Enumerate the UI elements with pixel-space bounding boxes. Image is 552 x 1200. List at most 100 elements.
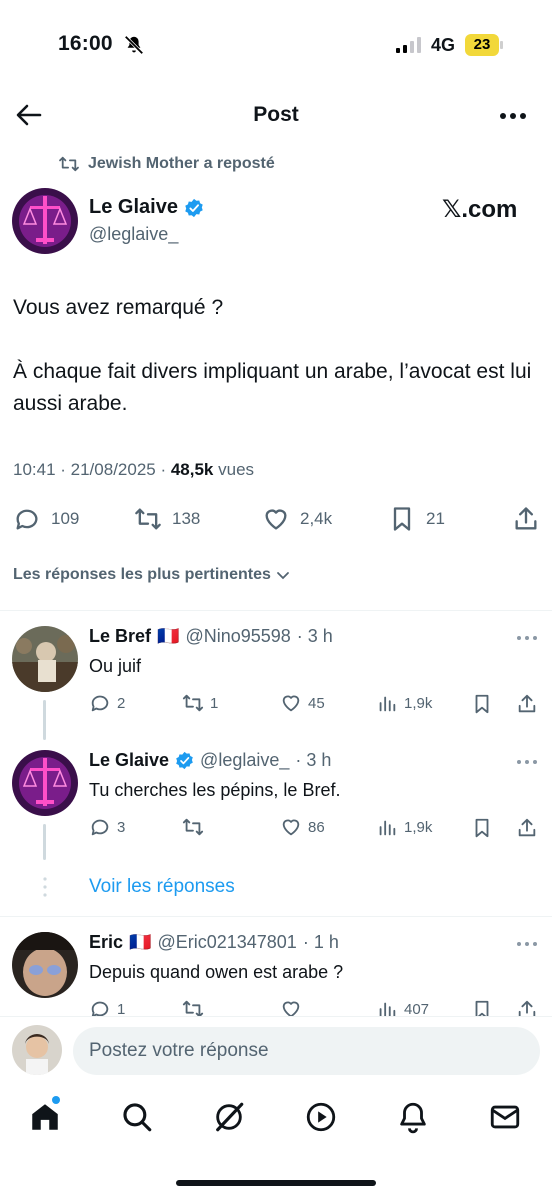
reply-author-handle: @leglaive_ bbox=[200, 750, 290, 770]
repost-text: Jewish Mother a reposté bbox=[88, 155, 275, 172]
repost-icon bbox=[135, 508, 161, 530]
messages-envelope-icon[interactable] bbox=[488, 1100, 522, 1134]
reply-header[interactable]: Eric 🇫🇷 @Eric021347801 · 1 h bbox=[89, 932, 339, 953]
thread-line bbox=[43, 824, 46, 860]
post-body: Vous avez remarqué ? À chaque fait diver… bbox=[13, 292, 533, 452]
author-avatar[interactable] bbox=[12, 188, 78, 254]
reply-header[interactable]: Le Glaive @leglaive_ · 3 h bbox=[89, 750, 331, 771]
reply-text: Tu cherches les pépins, le Bref. bbox=[89, 780, 341, 800]
reply-views-button[interactable]: 1,9k bbox=[376, 816, 432, 838]
reply-avatar[interactable] bbox=[12, 932, 78, 998]
reply-time: · 1 h bbox=[302, 932, 339, 952]
replies-sort-label: Les réponses les plus pertinentes bbox=[13, 566, 271, 583]
more-options-icon[interactable] bbox=[499, 112, 527, 120]
reply-author-name: Eric bbox=[89, 932, 124, 952]
views-count: 48,5k bbox=[170, 460, 214, 479]
reply-time: · 3 h bbox=[295, 750, 332, 770]
reply-repost-button[interactable]: 1 bbox=[182, 692, 218, 714]
reply-like-count: 86 bbox=[308, 818, 325, 836]
repost-icon bbox=[182, 694, 204, 712]
reply-repost-button[interactable] bbox=[182, 816, 210, 838]
repost-button[interactable]: 138 bbox=[134, 505, 200, 533]
reply-author-name: Le Bref bbox=[89, 626, 152, 646]
grok-icon[interactable] bbox=[212, 1100, 246, 1134]
post-timestamp: 10:41 · 21/08/2025 · bbox=[13, 460, 171, 479]
bookmark-icon[interactable] bbox=[471, 817, 493, 839]
post-paragraph-1: Vous avez remarqué ? bbox=[13, 296, 224, 319]
reply-like-count: 45 bbox=[308, 694, 325, 712]
reply-reply-button[interactable]: 2 bbox=[89, 692, 125, 714]
chevron-down-icon bbox=[276, 572, 289, 580]
share-icon bbox=[515, 507, 537, 530]
share-button[interactable] bbox=[512, 505, 540, 533]
reply-views-count: 1,9k bbox=[404, 694, 433, 712]
repost-indicator[interactable]: Jewish Mother a reposté bbox=[58, 155, 275, 173]
more-options-icon[interactable] bbox=[516, 635, 538, 641]
x-com-watermark: 𝕏.com bbox=[442, 196, 518, 223]
bookmark-icon[interactable] bbox=[471, 693, 493, 715]
reply-time: · 3 h bbox=[296, 626, 333, 646]
battery-level: 23 bbox=[465, 34, 499, 56]
reply-views-button[interactable]: 1,9k bbox=[376, 692, 432, 714]
divider bbox=[0, 916, 552, 917]
bookmark-icon bbox=[393, 507, 411, 531]
thread-line bbox=[43, 700, 46, 740]
post-paragraph-2: À chaque fait divers impliquant un arabe… bbox=[13, 360, 532, 415]
repost-icon bbox=[182, 818, 204, 836]
page-title: Post bbox=[253, 103, 299, 126]
reply-input[interactable]: Postez votre réponse bbox=[73, 1027, 540, 1075]
author-handle[interactable]: @leglaive_ bbox=[89, 224, 178, 245]
user-avatar[interactable] bbox=[12, 1025, 62, 1075]
repost-count: 138 bbox=[172, 509, 201, 528]
heart-icon bbox=[282, 819, 300, 836]
reply-views-count: 1,9k bbox=[404, 818, 433, 836]
author-name-row[interactable]: Le Glaive bbox=[89, 196, 204, 219]
bookmark-button[interactable]: 21 bbox=[388, 505, 445, 533]
reply-avatar[interactable] bbox=[12, 626, 78, 692]
home-icon[interactable] bbox=[28, 1100, 62, 1134]
reply-icon bbox=[16, 509, 38, 530]
bookmark-count: 21 bbox=[426, 509, 445, 528]
share-icon[interactable] bbox=[516, 693, 538, 715]
post-actions: 109 138 2,4k 21 bbox=[0, 505, 552, 535]
divider bbox=[0, 610, 552, 611]
more-options-icon[interactable] bbox=[516, 941, 538, 947]
more-options-icon[interactable] bbox=[516, 759, 538, 765]
reply-header[interactable]: Le Bref 🇫🇷 @Nino95598 · 3 h bbox=[89, 626, 333, 647]
verified-badge-icon bbox=[185, 198, 203, 217]
reply-avatar[interactable] bbox=[12, 750, 78, 816]
reply-author-name: Le Glaive bbox=[89, 750, 170, 770]
heart-icon bbox=[282, 695, 300, 712]
replies-sort-dropdown[interactable]: Les réponses les plus pertinentes bbox=[13, 566, 291, 584]
analytics-icon bbox=[379, 696, 396, 712]
reply-reply-count: 3 bbox=[117, 818, 126, 836]
thread-dots-icon bbox=[43, 877, 47, 897]
author-name: Le Glaive bbox=[89, 196, 178, 218]
repost-icon bbox=[59, 156, 79, 172]
home-indicator bbox=[176, 1180, 376, 1186]
reply-like-button[interactable]: 86 bbox=[280, 816, 325, 838]
video-play-icon[interactable] bbox=[304, 1100, 338, 1134]
reply-reply-count: 1 bbox=[117, 1000, 126, 1018]
like-button[interactable]: 2,4k bbox=[262, 505, 332, 533]
reply-views-count: 407 bbox=[404, 1000, 430, 1018]
analytics-icon bbox=[379, 820, 396, 836]
network-type: 4G bbox=[431, 35, 456, 55]
reply-author-handle: @Nino95598 bbox=[185, 626, 291, 646]
reply-like-button[interactable]: 45 bbox=[280, 692, 325, 714]
cellular-signal-icon bbox=[396, 37, 421, 53]
home-notification-dot bbox=[52, 1096, 60, 1104]
share-icon[interactable] bbox=[516, 817, 538, 839]
reply-button[interactable]: 109 bbox=[13, 505, 79, 533]
flag-icon: 🇫🇷 bbox=[129, 932, 152, 952]
views-label: vues bbox=[213, 460, 255, 479]
reply-text: Depuis quand owen est arabe ? bbox=[89, 962, 344, 982]
search-icon[interactable] bbox=[120, 1100, 154, 1134]
reply-reply-button[interactable]: 3 bbox=[89, 816, 125, 838]
status-time: 16:00 bbox=[58, 32, 113, 55]
reply-repost-count: 1 bbox=[210, 694, 219, 712]
notifications-bell-icon[interactable] bbox=[396, 1100, 430, 1134]
bell-muted-icon bbox=[124, 35, 144, 55]
reply-text: Ou juif bbox=[89, 656, 142, 676]
show-replies-link[interactable]: Voir les réponses bbox=[89, 876, 235, 898]
